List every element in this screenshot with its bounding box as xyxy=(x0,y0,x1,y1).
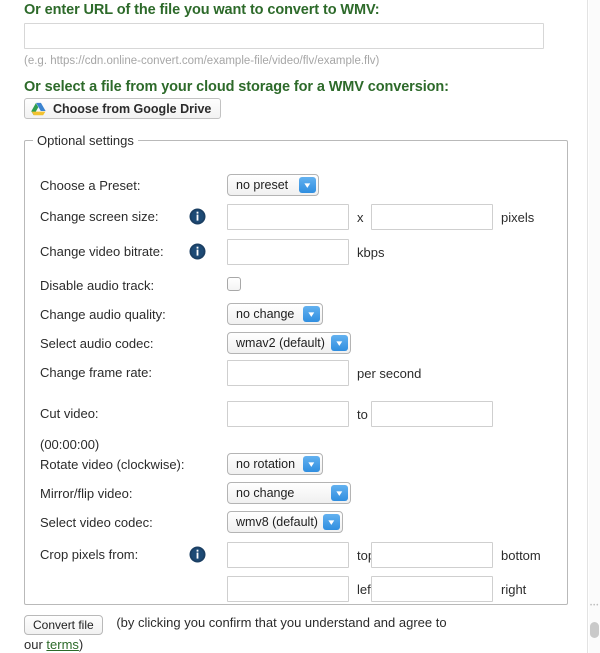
video-codec-value: wmv8 (default) xyxy=(236,515,318,529)
crop-right-input[interactable] xyxy=(371,576,493,602)
label-mirror-flip-video: Mirror/flip video: xyxy=(40,486,132,501)
crop-bottom-label: bottom xyxy=(501,548,541,563)
label-audio-codec: Select audio codec: xyxy=(40,336,153,351)
cut-video-to-input[interactable] xyxy=(371,401,493,427)
choose-from-google-drive-button[interactable]: Choose from Google Drive xyxy=(24,98,221,119)
chevron-updown-icon: ▾ xyxy=(299,177,316,193)
info-icon[interactable] xyxy=(189,546,206,563)
chevron-updown-icon: ▾ xyxy=(331,485,348,501)
audio-quality-value: no change xyxy=(236,307,294,321)
footer-close-paren: ) xyxy=(79,637,83,652)
cut-video-from-input[interactable] xyxy=(227,401,349,427)
page-container: Or enter URL of the file you want to con… xyxy=(0,0,588,653)
mirror-flip-select[interactable]: no change ▾ xyxy=(227,482,351,504)
url-input[interactable] xyxy=(24,23,544,49)
row-disable-audio: Disable audio track: xyxy=(25,272,567,302)
video-bitrate-unit: kbps xyxy=(357,245,384,260)
mirror-flip-value: no change xyxy=(236,486,294,500)
optional-settings-legend: Optional settings xyxy=(33,133,138,148)
row-frame-rate: Change frame rate: per second xyxy=(25,359,567,389)
preset-select[interactable]: no preset ▾ xyxy=(227,174,319,196)
row-rotate-video: Rotate video (clockwise): no rotation ▾ xyxy=(25,451,567,481)
label-disable-audio-track: Disable audio track: xyxy=(40,278,154,293)
row-audio-codec: Select audio codec: wmav2 (default) ▾ xyxy=(25,330,567,360)
row-crop-pixels-left-right: left right xyxy=(25,575,567,605)
convert-file-button[interactable]: Convert file xyxy=(24,615,103,635)
row-choose-preset: Choose a Preset: no preset ▾ xyxy=(25,172,567,202)
crop-left-input[interactable] xyxy=(227,576,349,602)
row-audio-quality: Change audio quality: no change ▾ xyxy=(25,301,567,331)
label-choose-preset: Choose a Preset: xyxy=(40,178,140,193)
screen-width-input[interactable] xyxy=(227,204,349,230)
audio-codec-value: wmav2 (default) xyxy=(236,336,325,350)
google-drive-button-label: Choose from Google Drive xyxy=(53,102,211,116)
crop-top-input[interactable] xyxy=(227,542,349,568)
frame-rate-unit: per second xyxy=(357,366,421,381)
crop-right-label: right xyxy=(501,582,526,597)
cut-video-format-note: (00:00:00) xyxy=(40,437,99,452)
google-drive-icon xyxy=(31,102,46,116)
screen-size-separator: x xyxy=(357,210,364,225)
row-mirror-flip-video: Mirror/flip video: no change ▾ xyxy=(25,480,567,510)
crop-bottom-input[interactable] xyxy=(371,542,493,568)
chevron-updown-icon: ▾ xyxy=(323,514,340,530)
info-icon[interactable] xyxy=(189,243,206,260)
cloud-section-heading: Or select a file from your cloud storage… xyxy=(24,79,449,95)
label-video-codec: Select video codec: xyxy=(40,515,153,530)
footer-disclaimer-line2: our terms) xyxy=(24,637,83,652)
row-screen-size: Change screen size: x pixels xyxy=(25,203,567,233)
row-video-bitrate: Change video bitrate: kbps xyxy=(25,238,567,268)
frame-rate-input[interactable] xyxy=(227,360,349,386)
chevron-updown-icon: ▾ xyxy=(331,335,348,351)
optional-settings-fieldset: Optional settings Choose a Preset: no pr… xyxy=(24,133,568,605)
screen-height-input[interactable] xyxy=(371,204,493,230)
screen-size-unit: pixels xyxy=(501,210,534,225)
footer: Convert file (by clicking you confirm th… xyxy=(24,615,554,635)
label-audio-quality: Change audio quality: xyxy=(40,307,166,322)
scrollbar-dots-icon: ••• xyxy=(590,604,599,608)
info-icon[interactable] xyxy=(189,208,206,225)
label-rotate-video: Rotate video (clockwise): xyxy=(40,457,185,472)
audio-codec-select[interactable]: wmav2 (default) ▾ xyxy=(227,332,351,354)
label-screen-size: Change screen size: xyxy=(40,209,159,224)
label-crop-pixels-from: Crop pixels from: xyxy=(40,547,138,562)
footer-our-text: our xyxy=(24,637,46,652)
rotate-video-value: no rotation xyxy=(236,457,295,471)
url-section-heading: Or enter URL of the file you want to con… xyxy=(24,2,379,18)
label-video-bitrate: Change video bitrate: xyxy=(40,244,164,259)
chevron-updown-icon: ▾ xyxy=(303,306,320,322)
cut-video-separator: to xyxy=(357,407,368,422)
rotate-video-select[interactable]: no rotation ▾ xyxy=(227,453,323,475)
video-bitrate-input[interactable] xyxy=(227,239,349,265)
terms-link[interactable]: terms xyxy=(46,637,79,652)
url-hint-text: (e.g. https://cdn.online-convert.com/exa… xyxy=(24,55,379,67)
audio-quality-select[interactable]: no change ▾ xyxy=(227,303,323,325)
label-cut-video: Cut video: xyxy=(40,406,99,421)
disable-audio-track-checkbox[interactable] xyxy=(227,277,241,291)
vertical-scrollbar[interactable]: ••• xyxy=(589,0,600,653)
row-video-codec: Select video codec: wmv8 (default) ▾ xyxy=(25,509,567,539)
footer-disclaimer-line1: (by clicking you confirm that you unders… xyxy=(116,615,446,630)
preset-select-value: no preset xyxy=(236,178,288,192)
scrollbar-thumb[interactable] xyxy=(590,622,599,638)
video-codec-select[interactable]: wmv8 (default) ▾ xyxy=(227,511,343,533)
label-frame-rate: Change frame rate: xyxy=(40,365,152,380)
row-cut-video: Cut video: to xyxy=(25,400,567,430)
chevron-updown-icon: ▾ xyxy=(303,456,320,472)
row-crop-pixels-top-bottom: Crop pixels from: top bottom xyxy=(25,541,567,571)
